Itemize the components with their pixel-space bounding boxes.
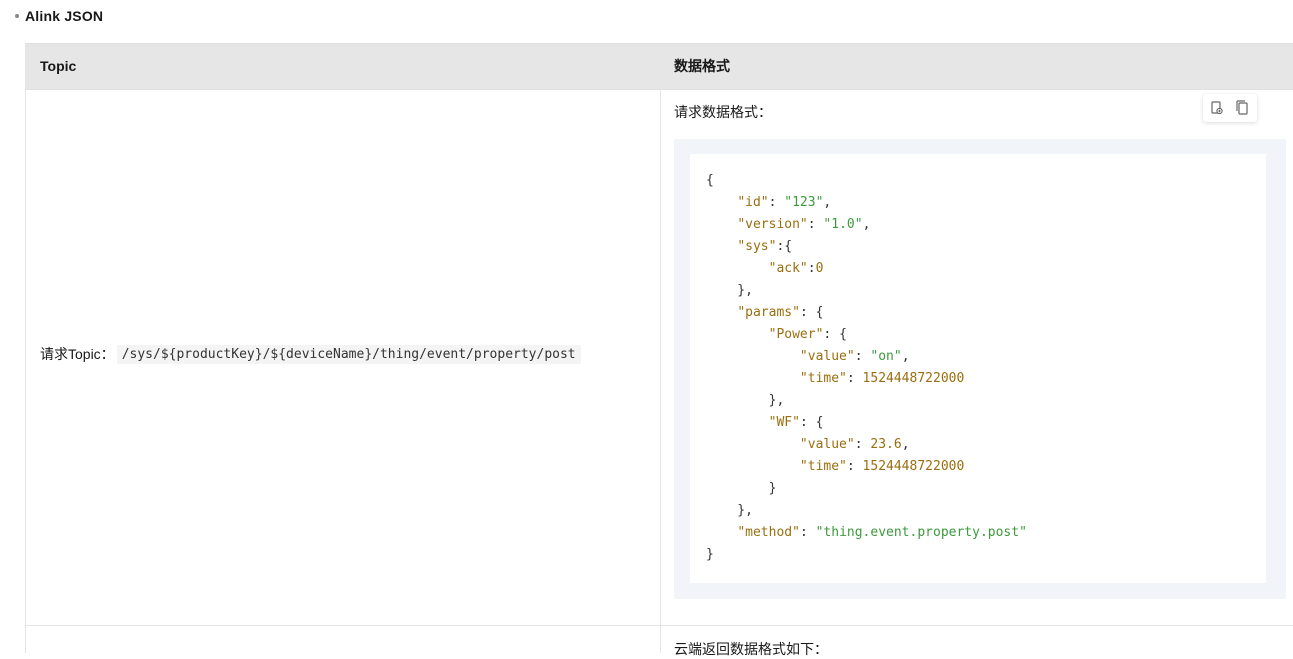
column-header-topic: Topic: [40, 58, 77, 74]
section-title: Alink JSON: [25, 8, 104, 24]
topic-cell: 请求Topic： /sys/${productKey}/${deviceName…: [40, 344, 581, 364]
code-line: },: [706, 283, 753, 298]
bullet-icon: [15, 14, 19, 18]
code-line: {: [706, 173, 714, 188]
code-line: },: [706, 393, 785, 408]
topic-label: 请求Topic：: [40, 346, 115, 362]
code-line: "Power": {: [768, 327, 847, 342]
code-line: },: [706, 503, 753, 518]
copy-icon[interactable]: [1232, 98, 1252, 118]
code-line: "value": 23.6,: [799, 437, 910, 452]
code-line: }: [706, 547, 714, 562]
code-line: "value": "on",: [799, 349, 910, 364]
code-line: }: [706, 481, 777, 496]
topic-table: Topic 数据格式 请求Topic： /sys/${productKey}/$…: [25, 43, 1293, 657]
topic-path: /sys/${productKey}/${deviceName}/thing/e…: [116, 344, 581, 364]
section-heading: Alink JSON: [15, 6, 103, 26]
row-divider: [26, 625, 1293, 626]
code-line: "version": "1.0",: [737, 217, 871, 232]
code-line: "time": 1524448722000: [799, 371, 965, 386]
code-block: { "id": "123", "version": "1.0", "sys":{…: [674, 139, 1286, 599]
column-header-format: 数据格式: [674, 58, 730, 74]
code-line: "ack":0: [768, 261, 824, 276]
code-line: "sys":{: [737, 239, 793, 254]
code-line: "time": 1524448722000: [799, 459, 965, 474]
json-code: { "id": "123", "version": "1.0", "sys":{…: [706, 170, 1027, 566]
column-divider: [660, 43, 661, 653]
code-block-body: { "id": "123", "version": "1.0", "sys":{…: [690, 154, 1266, 583]
code-toolbar: [1203, 94, 1257, 122]
request-format-label: 请求数据格式：: [674, 104, 772, 120]
code-line: "WF": {: [768, 415, 824, 430]
copy-to-clipboard-icon[interactable]: [1207, 98, 1227, 118]
code-line: "method": "thing.event.property.post": [737, 525, 1027, 540]
code-line: "id": "123",: [737, 195, 832, 210]
code-line: "params": {: [737, 305, 824, 320]
response-format-label: 云端返回数据格式如下：: [674, 641, 828, 657]
